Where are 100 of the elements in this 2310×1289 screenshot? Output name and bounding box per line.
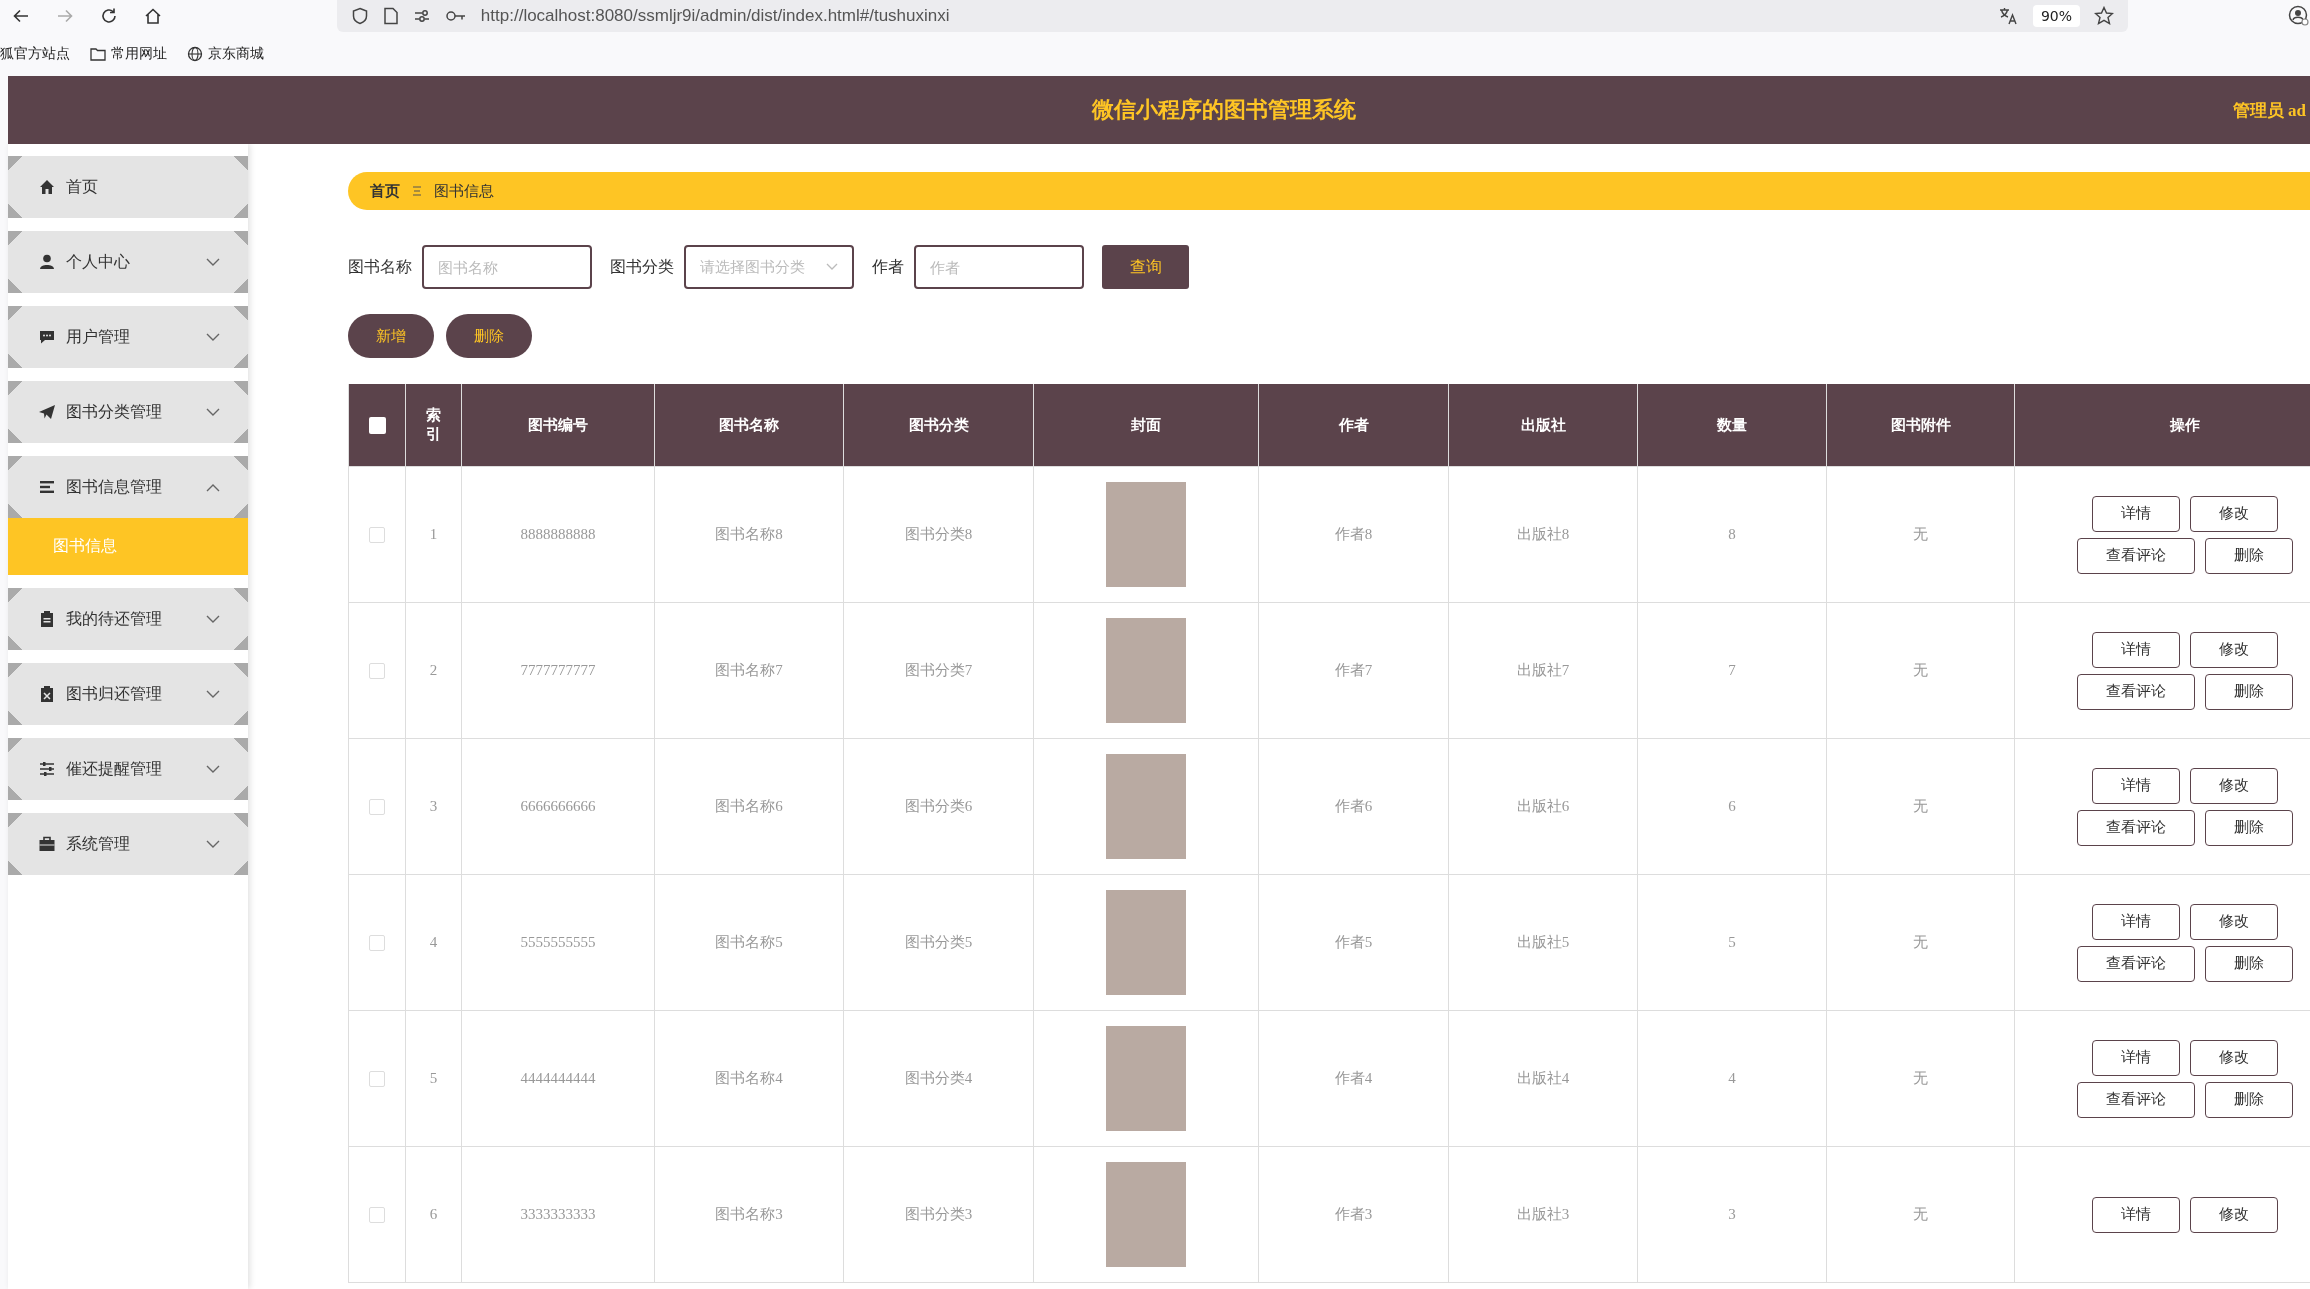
table-cell: 作者5: [1334, 933, 1373, 952]
row-action-button[interactable]: 修改: [2189, 631, 2278, 668]
breadcrumb-home[interactable]: 首页: [370, 181, 400, 201]
row-action-button[interactable]: 修改: [2189, 903, 2278, 940]
shield-icon: [350, 7, 369, 25]
row-action-button[interactable]: 修改: [2189, 1039, 2278, 1076]
row-action-button[interactable]: 查看评论: [2076, 809, 2195, 846]
bookmark[interactable]: 常用网址: [90, 45, 167, 63]
permissions-icon: [412, 7, 431, 25]
translate-icon[interactable]: [1998, 7, 2019, 25]
column-header: 操作: [2015, 384, 2310, 466]
table-cell: 出版社5: [1516, 933, 1570, 952]
row-action-button[interactable]: 查看评论: [2076, 673, 2195, 710]
row-action-button[interactable]: 详情: [2091, 631, 2180, 668]
chevron-down-icon: [206, 614, 220, 624]
back-icon[interactable]: [12, 7, 30, 25]
table-cell: 出版社8: [1516, 525, 1570, 544]
menu-item[interactable]: 个人中心: [8, 231, 248, 293]
table-cell: 6: [1728, 798, 1736, 815]
address-bar[interactable]: http://localhost:8080/ssmljr9i/admin/dist/index.html#/tushuxinxi 90%: [336, 0, 2128, 32]
row-action-button[interactable]: 删除: [2204, 673, 2293, 710]
table-cell: 图书分类7: [904, 661, 973, 680]
row-action-button[interactable]: 修改: [2189, 767, 2278, 804]
row-action-button[interactable]: 详情: [2091, 767, 2180, 804]
filter-label: 作者: [872, 256, 904, 278]
table-cell: 8888888888: [520, 526, 596, 543]
row-checkbox[interactable]: [369, 1206, 385, 1223]
search-button[interactable]: 查询: [1102, 245, 1189, 289]
table-cell: 6666666666: [520, 798, 596, 815]
row-action-button[interactable]: 查看评论: [2076, 537, 2195, 574]
table-cell: 无: [1913, 661, 1928, 680]
select-all-checkbox[interactable]: [368, 416, 386, 434]
menu-item[interactable]: 图书信息管理: [8, 456, 248, 518]
account-icon[interactable]: [2288, 5, 2310, 27]
row-action-button[interactable]: 详情: [2091, 495, 2180, 532]
menu-item[interactable]: 我的待还管理: [8, 588, 248, 650]
menu-icon: [412, 186, 422, 196]
zoom-level[interactable]: 90%: [2032, 5, 2080, 27]
row-action-button[interactable]: 删除: [2204, 537, 2293, 574]
add-button[interactable]: 新增: [348, 314, 434, 358]
table-cell: 无: [1913, 797, 1928, 816]
filter-label: 图书分类: [610, 256, 674, 278]
menu-item[interactable]: 首页: [8, 156, 248, 218]
bookmark[interactable]: 京东商城: [187, 45, 264, 63]
table-cell: 4: [429, 934, 438, 951]
row-action-button[interactable]: 详情: [2091, 1196, 2180, 1233]
clipboard-icon: [38, 610, 56, 628]
row-checkbox[interactable]: [369, 934, 385, 951]
list-icon: [38, 478, 56, 496]
menu-item[interactable]: 系统管理: [8, 813, 248, 875]
chevron-down-icon: [206, 839, 220, 849]
url-text: http://localhost:8080/ssmljr9i/admin/dist/index.html#/tushuxinxi: [480, 6, 950, 26]
folder-icon: [90, 47, 106, 61]
table-cell: 图书名称3: [715, 1205, 783, 1224]
admin-user[interactable]: 管理员 ad: [2232, 98, 2306, 122]
table-cell: 图书分类6: [904, 797, 973, 816]
row-checkbox[interactable]: [369, 1070, 385, 1087]
row-action-button[interactable]: 删除: [2204, 945, 2293, 982]
search-field[interactable]: 作者: [914, 245, 1084, 289]
row-action-button[interactable]: 查看评论: [2076, 1081, 2195, 1118]
home-icon[interactable]: [144, 7, 162, 25]
chevron-down-icon: [206, 764, 220, 774]
table-cell: 3333333333: [520, 1206, 596, 1223]
paper-plane-icon: [38, 403, 56, 421]
row-checkbox[interactable]: [369, 662, 385, 679]
column-header: 图书名称: [655, 384, 844, 466]
column-header: 封面: [1034, 384, 1259, 466]
filter-label: 图书名称: [348, 256, 412, 278]
row-action-button[interactable]: 修改: [2189, 1196, 2278, 1233]
menu-item[interactable]: 图书分类管理: [8, 381, 248, 443]
table-cell: 图书名称4: [715, 1069, 783, 1088]
star-icon[interactable]: [2094, 6, 2114, 26]
table-cell: 图书名称5: [715, 933, 783, 952]
reload-icon[interactable]: [100, 7, 118, 25]
menu-item[interactable]: 图书归还管理: [8, 663, 248, 725]
row-checkbox[interactable]: [369, 798, 385, 815]
menu-item[interactable]: 用户管理: [8, 306, 248, 368]
table-cell: 图书名称8: [715, 525, 783, 544]
search-field[interactable]: 图书名称: [422, 245, 592, 289]
table-cell: 出版社3: [1516, 1205, 1570, 1224]
table-cell: 图书名称6: [715, 797, 783, 816]
menu-item[interactable]: 催还提醒管理: [8, 738, 248, 800]
table-cell: 出版社4: [1516, 1069, 1570, 1088]
page-icon: [382, 7, 399, 25]
person-icon: [38, 253, 56, 271]
row-action-button[interactable]: 详情: [2091, 1039, 2180, 1076]
chevron-down-icon: [206, 407, 220, 417]
row-action-button[interactable]: 删除: [2204, 809, 2293, 846]
chat-icon: [38, 328, 56, 346]
delete-button[interactable]: 删除: [446, 314, 532, 358]
table-cell: 作者4: [1334, 1069, 1373, 1088]
row-action-button[interactable]: 查看评论: [2076, 945, 2195, 982]
row-action-button[interactable]: 详情: [2091, 903, 2180, 940]
system-title: 微信小程序的图书管理系统: [1092, 96, 1356, 124]
table-cell: 4444444444: [520, 1070, 596, 1087]
row-action-button[interactable]: 修改: [2189, 495, 2278, 532]
row-action-button[interactable]: 删除: [2204, 1081, 2293, 1118]
chevron-up-icon: [206, 482, 220, 492]
row-checkbox[interactable]: [369, 526, 385, 543]
bookmark[interactable]: 狐官方站点: [0, 45, 70, 63]
